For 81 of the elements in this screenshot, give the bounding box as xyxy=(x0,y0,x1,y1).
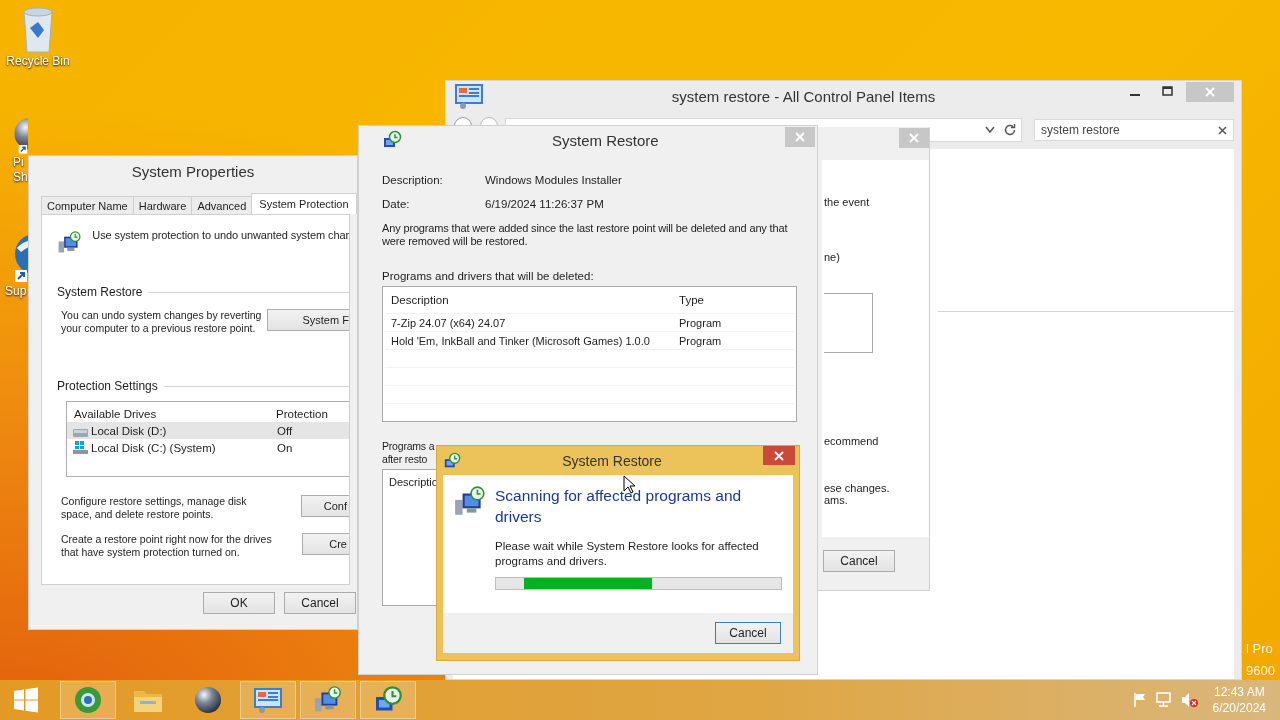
close-icon xyxy=(795,132,805,142)
window-title: System Restore xyxy=(561,452,663,469)
table-cell-text: Hold 'Em, InkBall and Tinker (Microsoft Games) 1.0.0 xyxy=(391,334,651,347)
window-title: System Properties xyxy=(130,162,256,180)
section-label: Programs and drivers that will be deleted: xyxy=(382,270,595,282)
list-box xyxy=(824,293,873,353)
intro-text: Use system protection to undo unwanted system char xyxy=(92,229,349,241)
table-cell: Program xyxy=(679,334,722,347)
tab[interactable]: Computer Name xyxy=(41,196,134,214)
window-title: system restore - All Control Panel Items xyxy=(670,87,937,105)
field-value: Windows Modules Installer xyxy=(485,174,622,186)
edition-text: 9600 xyxy=(1246,662,1275,680)
globe-icon[interactable] xyxy=(73,685,103,715)
close-button[interactable] xyxy=(763,446,795,465)
restore-icon xyxy=(443,451,461,470)
tab[interactable]: Advanced xyxy=(191,196,253,214)
refresh-icon[interactable] xyxy=(1003,123,1017,137)
cancel-button[interactable]: Cancel xyxy=(715,622,781,644)
protection-status: On xyxy=(277,441,293,454)
control-panel-icon[interactable] xyxy=(453,82,485,110)
maximize-icon xyxy=(1161,86,1173,96)
back-icon[interactable] xyxy=(453,116,473,125)
dialog-text: ese changes. ams. xyxy=(824,482,891,506)
description-text: Configure restore settings, manage disk space, and delete restore points. xyxy=(60,495,248,521)
restore-icon xyxy=(382,130,402,150)
minimize-icon xyxy=(1130,93,1140,96)
dialog-text: ecommend xyxy=(824,435,880,447)
note-text: Any programs that were added since the last restore point will be deleted and any that were removed will be restored. xyxy=(382,222,789,248)
description-text: Create a restore point right now for the drives that have system protection turned on. xyxy=(60,533,273,559)
section-label: after resto xyxy=(382,453,429,466)
network-icon[interactable] xyxy=(1154,692,1173,708)
recycle-bin-icon[interactable] xyxy=(20,6,56,54)
table-cell-text: 7-Zip 24.07 (x64) 24.07 xyxy=(391,316,507,329)
section-label: Programs a xyxy=(382,440,435,453)
system-drive-icon xyxy=(72,440,89,455)
window-title: System Restore xyxy=(551,131,660,149)
create-button[interactable]: Cre xyxy=(302,533,349,555)
column-header[interactable]: Description xyxy=(391,294,679,306)
speaker-muted-icon[interactable] xyxy=(1180,692,1199,708)
description-text: You can undo system changes by reverting your computer to a previous restore point. xyxy=(60,309,263,335)
column-header[interactable]: Available Drives xyxy=(74,408,276,422)
field-label: Description: xyxy=(382,174,444,186)
edition-text: l Pro xyxy=(1246,640,1274,658)
sphere-icon[interactable] xyxy=(13,118,28,155)
table-cell: Program xyxy=(679,316,722,329)
chevron-down-icon[interactable] xyxy=(985,126,995,134)
dialog-button[interactable]: OK xyxy=(203,592,275,614)
system-restore-button[interactable]: System F xyxy=(267,309,349,331)
column-header[interactable]: Descriptio xyxy=(389,476,438,488)
tab[interactable]: Hardware xyxy=(132,196,193,214)
dialog-text: ne) xyxy=(824,251,841,263)
dialog-button[interactable]: Cancel xyxy=(284,592,356,614)
field-label: Date: xyxy=(382,198,411,210)
taskbar-button[interactable] xyxy=(60,681,116,719)
dialog-heading: Scanning for affected programs and drivers xyxy=(495,486,743,527)
group-heading: System Restore xyxy=(57,285,143,299)
configure-button[interactable]: Conf xyxy=(300,495,349,517)
dialog-message: Please wait while System Restore looks for affected programs and drivers. xyxy=(495,539,760,569)
cancel-button[interactable]: Cancel xyxy=(823,550,895,572)
control-panel-icon[interactable] xyxy=(252,686,284,714)
column-header[interactable]: Protection xyxy=(276,408,328,422)
close-icon xyxy=(1205,87,1215,97)
column-header[interactable]: Type xyxy=(679,294,704,306)
drive-row[interactable]: Local Disk (D:) Off xyxy=(67,422,349,439)
drive-row[interactable]: Local Disk (C:) (System) On xyxy=(67,439,349,456)
protection-status: Off xyxy=(277,424,293,437)
taskbar-button[interactable] xyxy=(240,681,296,719)
drive-name: Local Disk (D:) xyxy=(91,424,167,437)
clear-icon[interactable] xyxy=(1218,125,1227,135)
dialog-text: the event xyxy=(824,196,871,208)
close-icon xyxy=(774,450,784,461)
taskbar-button[interactable] xyxy=(360,681,416,719)
field-value: 6/19/2024 11:26:37 PM xyxy=(485,198,604,210)
taskbar-button[interactable] xyxy=(300,681,356,719)
search-field[interactable]: system restore xyxy=(1034,119,1234,141)
tab[interactable]: System Protection xyxy=(251,193,357,214)
sphere-icon[interactable] xyxy=(193,685,223,715)
drive-name: Local Disk (C:) (System) xyxy=(91,441,216,454)
group-heading: Protection Settings xyxy=(57,379,158,393)
close-icon xyxy=(909,133,919,143)
flag-icon[interactable] xyxy=(1132,692,1147,708)
